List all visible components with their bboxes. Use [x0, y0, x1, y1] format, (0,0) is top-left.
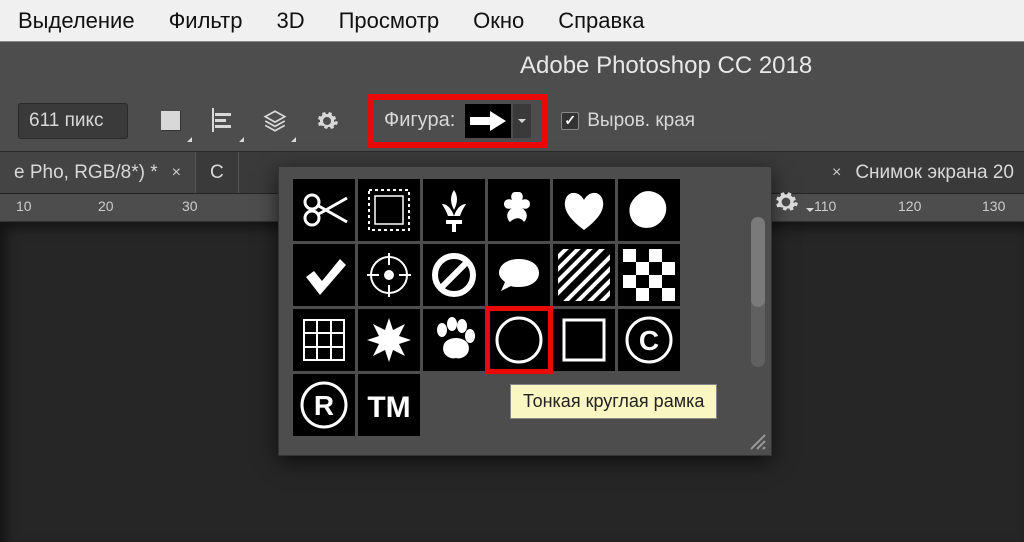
shape-diagonal-hatch[interactable]	[553, 244, 615, 306]
shape-scissors[interactable]	[293, 179, 355, 241]
shape-copyright[interactable]: C	[618, 309, 680, 371]
shape-picker-highlight: Фигура:	[368, 94, 547, 148]
align-edges-checkbox[interactable]: ✓ Выров. края	[561, 110, 695, 132]
fill-swatch[interactable]	[152, 102, 190, 140]
shape-tooltip: Тонкая круглая рамка	[510, 384, 717, 419]
app-title: Adobe Photoshop CC 2018	[520, 52, 812, 80]
shape-starburst[interactable]	[358, 309, 420, 371]
shape-checker[interactable]	[618, 244, 680, 306]
shape-preview[interactable]	[465, 104, 511, 138]
shape-target[interactable]	[358, 244, 420, 306]
align-edges-label: Выров. края	[587, 110, 695, 132]
menu-item-filter[interactable]: Фильтр	[169, 8, 243, 34]
shape-speech-bubble[interactable]	[488, 244, 550, 306]
align-icon[interactable]	[204, 102, 242, 140]
menu-item-view[interactable]: Просмотр	[339, 8, 439, 34]
ruler-mark: 110	[814, 198, 836, 214]
shape-heart[interactable]	[553, 179, 615, 241]
shape-grid-3x3[interactable]	[293, 309, 355, 371]
menu-bar: Выделение Фильтр 3D Просмотр Окно Справк…	[0, 0, 1024, 42]
layers-icon[interactable]	[256, 102, 294, 140]
options-bar: Фигура: ✓ Выров. края	[0, 90, 1024, 152]
shape-thin-circle-frame[interactable]	[488, 309, 550, 371]
menu-item-window[interactable]: Окно	[473, 8, 524, 34]
resize-grip-icon[interactable]	[747, 431, 767, 451]
shape-thin-square-frame[interactable]	[553, 309, 615, 371]
document-tab[interactable]: C	[196, 152, 239, 193]
shape-checkmark[interactable]	[293, 244, 355, 306]
ruler-mark: 130	[982, 198, 1005, 214]
shape-dropdown-arrow[interactable]	[513, 104, 531, 138]
svg-text:C: C	[639, 325, 659, 356]
svg-text:R: R	[314, 390, 334, 421]
document-tab-right[interactable]: × Снимок экрана 20	[822, 152, 1024, 194]
panel-menu-gear-icon[interactable]	[773, 189, 815, 220]
shape-registered[interactable]: R	[293, 374, 355, 436]
size-input[interactable]	[18, 103, 128, 139]
ruler-mark: 120	[898, 198, 921, 214]
shape-trademark[interactable]: TM	[358, 374, 420, 436]
svg-text:TM: TM	[367, 391, 410, 424]
close-icon[interactable]: ×	[172, 164, 181, 182]
shape-fleur-de-lis[interactable]	[423, 179, 485, 241]
title-bar: Adobe Photoshop CC 2018	[0, 42, 1024, 90]
shape-blob[interactable]	[618, 179, 680, 241]
shape-stamp-frame[interactable]	[358, 179, 420, 241]
ruler-mark: 30	[182, 198, 198, 214]
document-tab-active[interactable]: e Pho, RGB/8*) * ×	[0, 152, 196, 193]
shape-ornament[interactable]	[488, 179, 550, 241]
menu-item-selection[interactable]: Выделение	[18, 8, 135, 34]
scrollbar[interactable]	[751, 217, 765, 367]
scrollbar-thumb[interactable]	[751, 217, 765, 307]
shape-no-sign[interactable]	[423, 244, 485, 306]
checkmark-icon: ✓	[561, 112, 579, 130]
shape-label: Фигура:	[384, 109, 455, 132]
shape-paw[interactable]	[423, 309, 485, 371]
close-icon[interactable]: ×	[832, 164, 841, 182]
ruler-mark: 20	[98, 198, 114, 214]
settings-gear-icon[interactable]	[308, 102, 346, 140]
ruler-mark: 10	[16, 198, 32, 214]
menu-item-3d[interactable]: 3D	[276, 8, 304, 34]
menu-item-help[interactable]: Справка	[558, 8, 644, 34]
